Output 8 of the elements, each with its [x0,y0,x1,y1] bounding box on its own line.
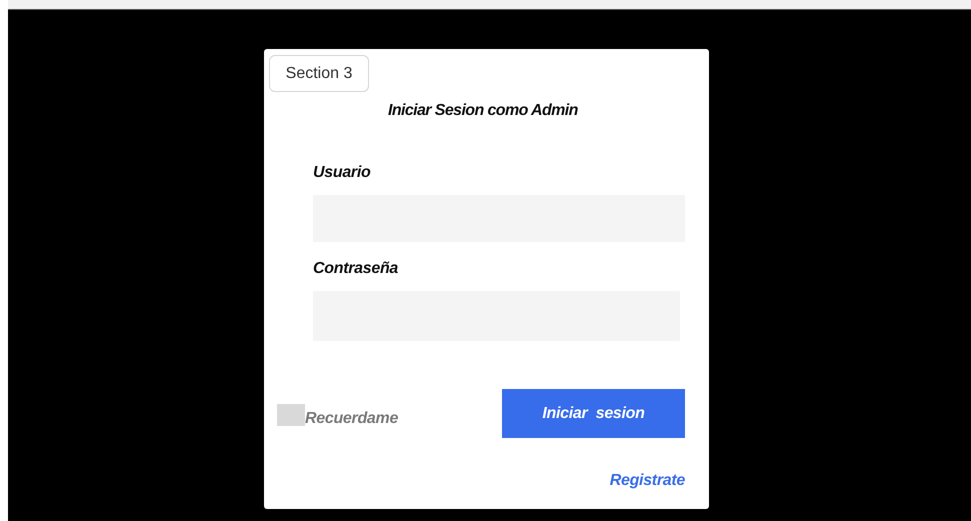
checkbox-label: Recuerdame [305,410,398,428]
field-label: Usuario [313,164,372,182]
register-link[interactable]: Registrate [610,472,685,490]
field-label: Contraseña [313,260,400,278]
login-title: Iniciar Sesion como Admin [388,102,579,120]
login-button[interactable]: Iniciar sesion [502,389,685,438]
section-tag: Section 3 [269,55,369,92]
checkbox[interactable] [277,404,305,426]
